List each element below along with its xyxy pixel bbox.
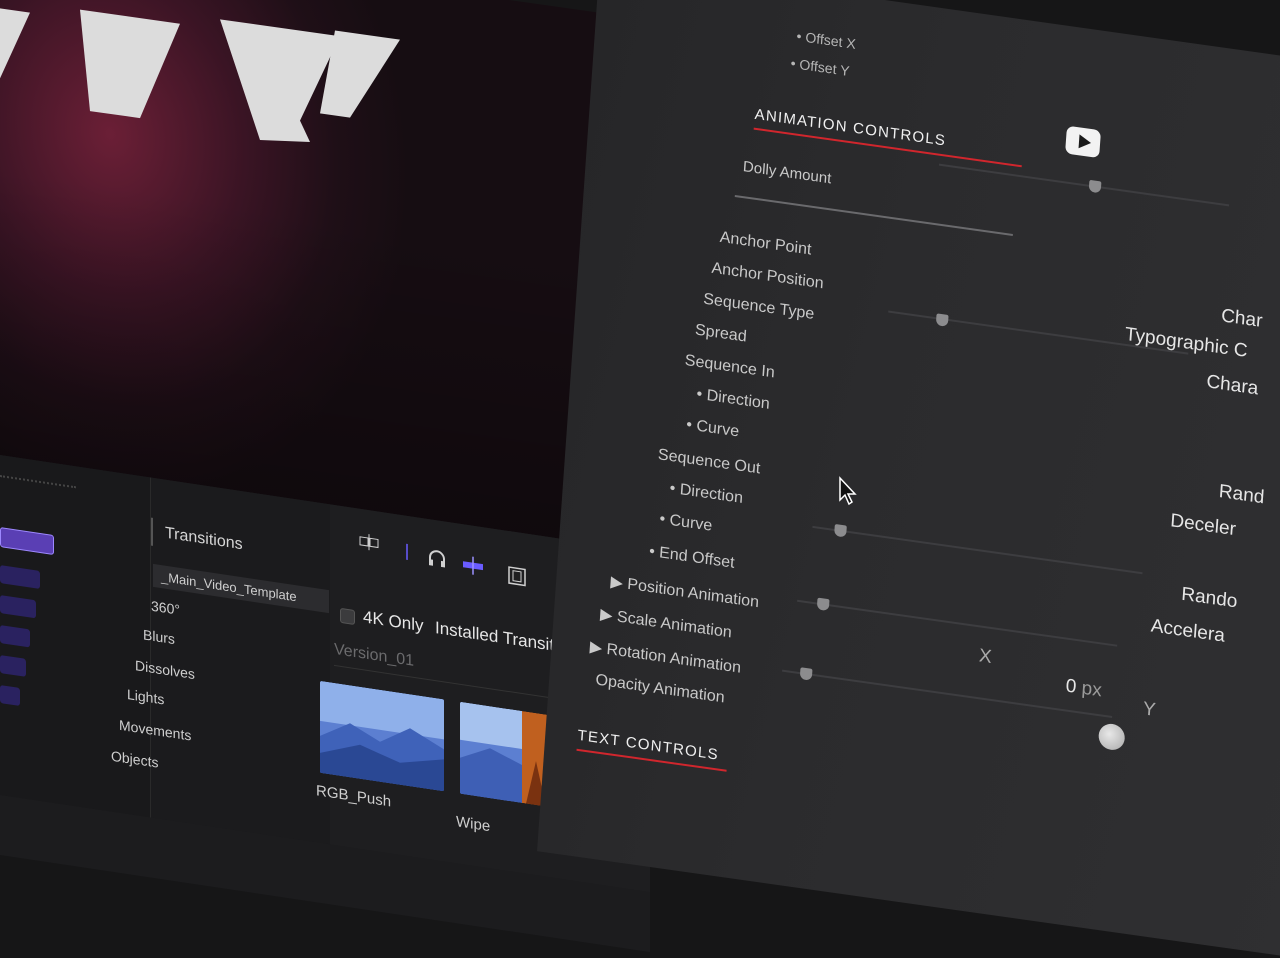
offset-x-label: • Offset X [796, 27, 857, 52]
play-button[interactable] [1065, 125, 1102, 159]
timeline-clip[interactable] [0, 685, 20, 706]
timeline-clip[interactable] [0, 625, 30, 648]
inspector-panel: • Offset X • Offset Y ANIMATION CONTROLS… [537, 0, 1280, 958]
scale-animation-row[interactable]: ▶ Scale Animation [600, 604, 733, 642]
timeline-ruler [0, 475, 76, 489]
rotation-slider-knob[interactable] [816, 597, 830, 612]
direction-in-value[interactable]: Rand [1218, 481, 1265, 509]
dolly-amount-slider[interactable] [938, 163, 1230, 207]
sequence-type-value[interactable]: Chara [1206, 371, 1259, 400]
opacity-slider-knob[interactable] [799, 667, 813, 681]
y-axis-label: Y [1142, 698, 1157, 721]
curve-out-value[interactable]: Accelera [1150, 616, 1225, 648]
curve-out-label: • Curve [658, 510, 713, 535]
end-offset-slider-knob[interactable] [834, 524, 847, 538]
anchor-position-value[interactable]: Typographic C [1124, 324, 1248, 363]
rotation-animation-row[interactable]: ▶ Rotation Animation [589, 637, 741, 678]
anchor-point-label: Anchor Point [719, 228, 812, 259]
transitions-sidebar: Transitions _Main_Video_Template 360° Bl… [111, 477, 335, 845]
snapping-icon[interactable] [462, 554, 484, 577]
spread-slider-knob[interactable] [935, 313, 949, 327]
clip-appearance-icon[interactable] [358, 531, 380, 554]
x-axis-label: X [978, 645, 993, 668]
4k-only-checkbox[interactable] [340, 607, 355, 626]
anchor-point-value[interactable]: Char [1220, 305, 1263, 333]
transition-thumb-rgb-push[interactable] [320, 680, 444, 792]
spread-label: Spread [694, 321, 748, 346]
x-value-field[interactable]: 0 px [1065, 676, 1102, 703]
dolly-amount-label: Dolly Amount [742, 158, 832, 188]
end-offset-slider[interactable] [812, 525, 1143, 575]
opacity-slider[interactable] [782, 669, 1113, 718]
direction-in-label: • Direction [696, 385, 771, 413]
mountain-landscape-image [320, 680, 444, 792]
audio-skimming-icon[interactable] [426, 547, 448, 570]
end-offset-label: • End Offset [648, 542, 736, 572]
timeline-clip[interactable] [0, 655, 26, 677]
direction-out-label: • Direction [669, 479, 744, 508]
curve-in-value[interactable]: Deceler [1170, 510, 1237, 541]
sidebar-item-360[interactable]: 360° [151, 598, 180, 618]
rotation-slider[interactable] [797, 599, 1118, 647]
direction-out-value[interactable]: Rando [1181, 584, 1238, 614]
x-value: 0 [1065, 675, 1078, 698]
rotation-animation-label: Rotation Animation [606, 641, 742, 677]
position-animation-label: Position Animation [626, 575, 760, 612]
sequence-out-label: Sequence Out [657, 446, 761, 478]
offset-y-label: • Offset Y [790, 54, 851, 79]
position-animation-row[interactable]: ▶ Position Animation [610, 572, 760, 613]
animation-controls-header: ANIMATION CONTROLS [753, 105, 1024, 168]
opacity-animation-label: Opacity Animation [595, 671, 726, 707]
text-controls-header: TEXT CONTROLS [576, 726, 729, 772]
curve-in-label: • Curve [685, 416, 740, 441]
timeline-clip-selected[interactable] [0, 527, 54, 556]
4k-only-label: 4K Only [363, 607, 424, 636]
mouse-cursor-icon [839, 476, 857, 506]
dolly-amount-slider-knob[interactable] [1088, 179, 1102, 194]
filmstrip-icon[interactable] [506, 565, 528, 588]
timeline-clip[interactable] [0, 565, 40, 589]
sequence-type-label: Sequence Type [702, 290, 815, 324]
timeline-clip[interactable] [0, 595, 36, 619]
scale-animation-label: Scale Animation [616, 608, 733, 642]
skimming-icon[interactable] [396, 540, 418, 563]
sequence-in-label: Sequence In [684, 352, 776, 382]
anchor-position-label: Anchor Position [710, 259, 825, 293]
rotation-knob[interactable] [1097, 722, 1126, 752]
x-unit: px [1080, 677, 1103, 702]
sidebar-header: Transitions [151, 517, 335, 574]
dolly-amount-divider [734, 194, 1013, 237]
thumb-label-wipe: Wipe [456, 813, 491, 836]
